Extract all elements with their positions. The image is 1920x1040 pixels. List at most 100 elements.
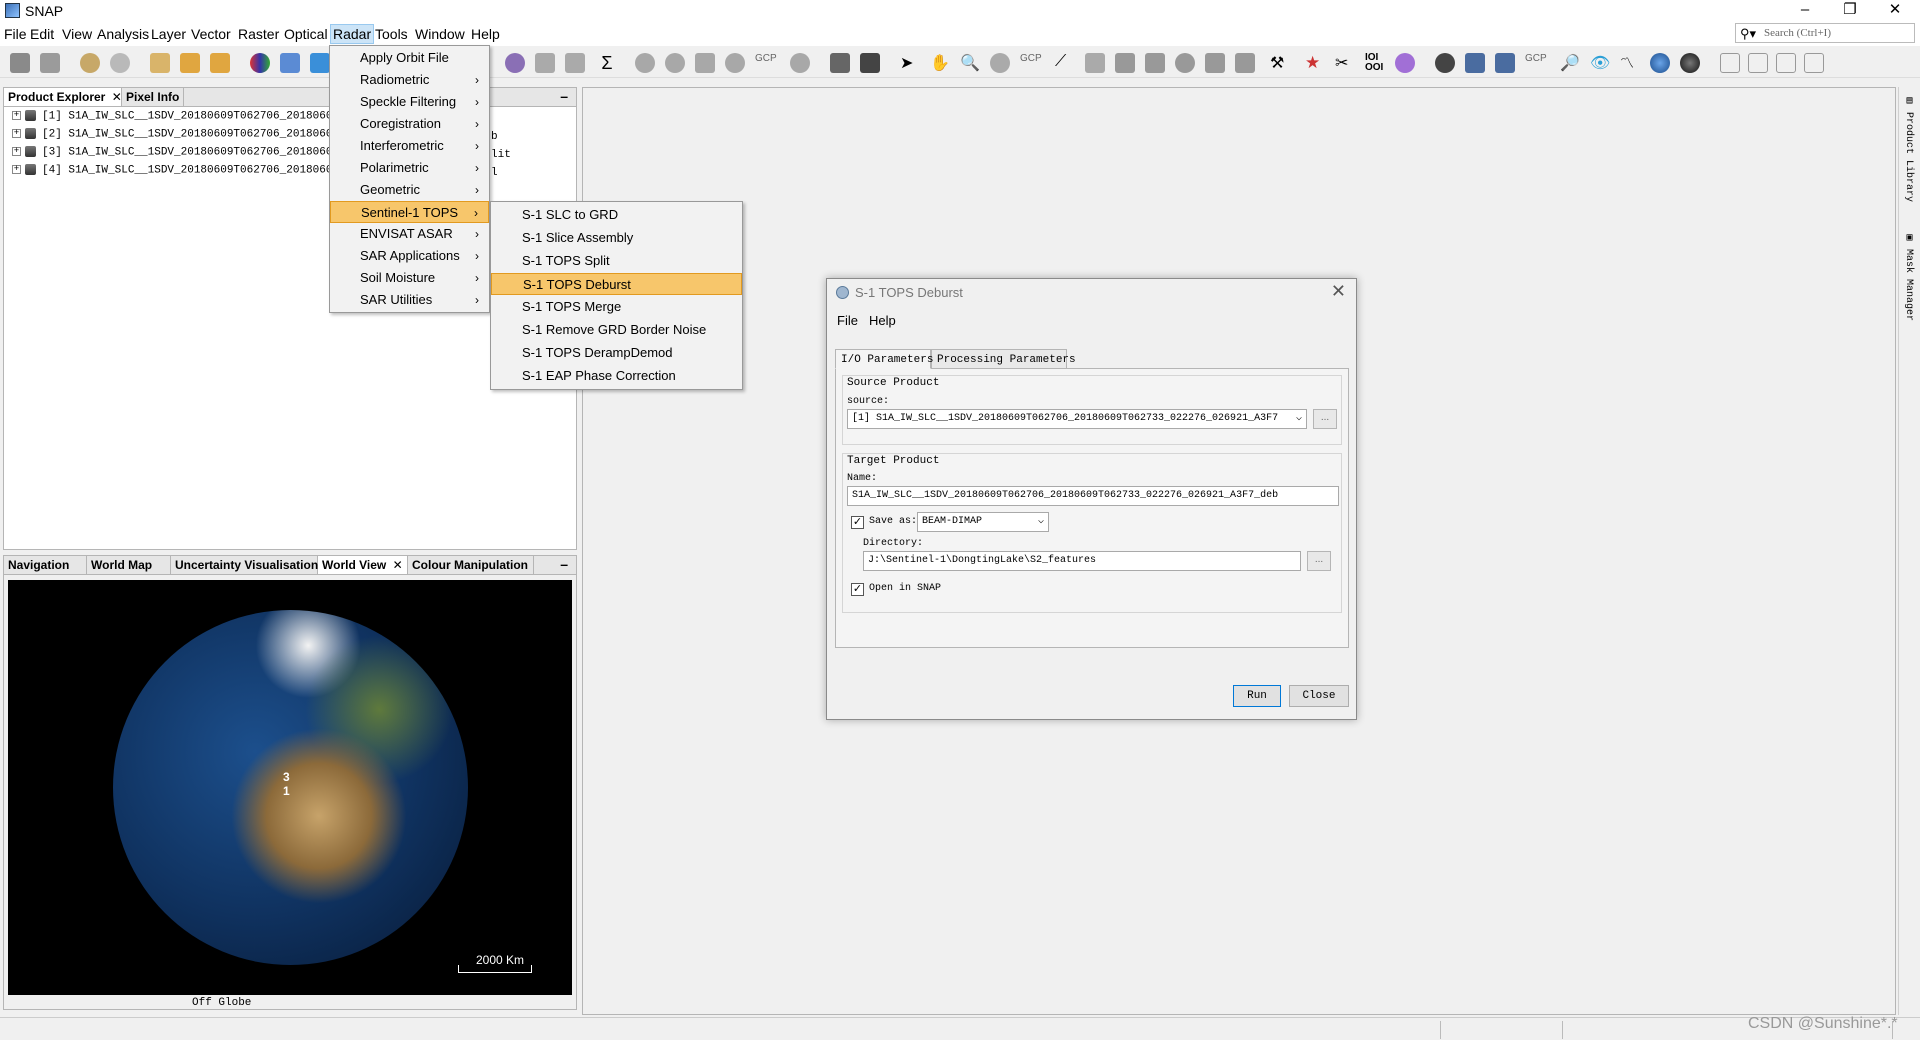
menu-help[interactable]: Help	[471, 26, 500, 42]
eye-icon[interactable]: 👁	[1590, 53, 1610, 73]
line-draw-icon[interactable]	[1235, 53, 1255, 73]
mask-icon[interactable]	[725, 53, 745, 73]
minimize-panel-button[interactable]: –	[560, 556, 568, 572]
export-icon[interactable]	[180, 53, 200, 73]
expand-icon[interactable]: +	[12, 129, 21, 138]
open-product-icon[interactable]	[10, 53, 30, 73]
graph-icon[interactable]	[830, 53, 850, 73]
search-input[interactable]: ⚲▾ Search (Ctrl+I)	[1735, 23, 1915, 43]
star-icon[interactable]: ★	[1305, 53, 1325, 73]
menu-item-sar-utilities[interactable]: SAR Utilities ›	[330, 289, 489, 311]
product-row-3[interactable]: + [3] S1A_IW_SLC__1SDV_20180609T062706_20…	[12, 146, 352, 163]
polygon-icon[interactable]	[310, 53, 330, 73]
menu-item-sentinel-1-tops[interactable]: Sentinel-1 TOPS ›	[330, 201, 489, 223]
histogram-icon[interactable]	[535, 53, 555, 73]
layout-horizontal-icon[interactable]	[1748, 53, 1768, 73]
menu-item-s1-remove-grd-border-noise[interactable]: S-1 Remove GRD Border Noise	[491, 319, 742, 341]
wrench-icon[interactable]: ⚒	[1270, 53, 1290, 73]
pan-icon[interactable]: ✋	[930, 53, 950, 73]
ellipse-draw-icon[interactable]	[1175, 53, 1195, 73]
close-button[interactable]: Close	[1289, 685, 1349, 707]
minimize-panel-button[interactable]: –	[560, 88, 568, 104]
close-window-button[interactable]: ✕	[1875, 0, 1915, 22]
product-library-tab[interactable]: ▤ Product Library	[1903, 95, 1914, 202]
tab-uncertainty-visualisation[interactable]: Uncertainty Visualisation	[171, 556, 318, 574]
menu-item-soil-moisture[interactable]: Soil Moisture ›	[330, 267, 489, 289]
world-map-icon[interactable]	[1650, 53, 1670, 73]
save-format-select[interactable]: BEAM-DIMAP ⌵	[917, 512, 1049, 532]
zoom-icon[interactable]: 🔍	[960, 53, 980, 73]
redo-icon[interactable]	[110, 53, 130, 73]
menu-item-sar-applications[interactable]: SAR Applications ›	[330, 245, 489, 267]
close-icon[interactable]: ✕	[393, 558, 403, 572]
restore-window-button[interactable]: ❐	[1830, 0, 1870, 22]
menu-item-s1-tops-split[interactable]: S-1 TOPS Split	[491, 250, 742, 272]
menu-window[interactable]: Window	[415, 26, 465, 42]
tab-processing-parameters[interactable]: Processing Parameters	[931, 349, 1076, 369]
mask-icon[interactable]	[790, 53, 810, 73]
expand-icon[interactable]: +	[12, 165, 21, 174]
pin-icon[interactable]	[280, 53, 300, 73]
menu-item-geometric[interactable]: Geometric ›	[330, 179, 489, 201]
menu-item-polarimetric[interactable]: Polarimetric ›	[330, 157, 489, 179]
menu-item-s1-tops-derampdemod[interactable]: S-1 TOPS DerampDemod	[491, 342, 742, 364]
expand-icon[interactable]: +	[12, 147, 21, 156]
spectrum-icon[interactable]: 〽	[1620, 53, 1640, 73]
menu-layer[interactable]: Layer	[151, 26, 186, 42]
world-view-canvas[interactable]: 31 2000 Km	[8, 580, 572, 995]
tab-world-map[interactable]: World Map	[87, 556, 171, 574]
tab-product-explorer[interactable]: Product Explorer ✕	[4, 88, 122, 106]
menu-item-interferometric[interactable]: Interferometric ›	[330, 135, 489, 157]
menu-item-s1-slice-assembly[interactable]: S-1 Slice Assembly	[491, 227, 742, 249]
menu-raster[interactable]: Raster	[238, 26, 279, 42]
menu-tools[interactable]: Tools	[375, 26, 408, 42]
grid-icon[interactable]	[695, 53, 715, 73]
scissors-icon[interactable]: ✂	[1335, 53, 1355, 73]
menu-item-s1-tops-merge[interactable]: S-1 TOPS Merge	[491, 296, 742, 318]
statistics-icon[interactable]: Σ	[597, 53, 617, 73]
product-row-2[interactable]: + [2] S1A_IW_SLC__1SDV_20180609T062706_20…	[12, 128, 352, 145]
mask-icon[interactable]	[665, 53, 685, 73]
graph-builder-icon[interactable]	[505, 53, 525, 73]
minimize-window-button[interactable]: –	[1785, 0, 1825, 22]
directory-browse-button[interactable]: ...	[1307, 551, 1331, 571]
dialog-menu-help[interactable]: Help	[869, 313, 896, 328]
tab-io-parameters[interactable]: I/O Parameters	[835, 349, 933, 369]
source-product-select[interactable]: [1] S1A_IW_SLC__1SDV_20180609T062706_201…	[847, 409, 1307, 429]
menu-view[interactable]: View	[62, 26, 92, 42]
tab-pixel-info[interactable]: Pixel Info	[122, 88, 184, 106]
dialog-close-icon[interactable]: ✕	[1331, 281, 1346, 302]
rgb-image-icon[interactable]	[250, 53, 270, 73]
band-maths-icon[interactable]	[210, 53, 230, 73]
open-in-snap-checkbox[interactable]: ✓	[851, 583, 864, 596]
close-icon[interactable]: ✕	[112, 90, 122, 104]
menu-radar[interactable]: Radar	[330, 24, 375, 44]
stack-icon[interactable]	[1465, 53, 1485, 73]
import-icon[interactable]	[150, 53, 170, 73]
expand-icon[interactable]: +	[12, 111, 21, 120]
3d-globe-icon[interactable]	[1680, 53, 1700, 73]
scatter-plot-icon[interactable]	[565, 53, 585, 73]
menu-item-radiometric[interactable]: Radiometric ›	[330, 69, 489, 91]
rectangle-draw-icon[interactable]	[1115, 53, 1135, 73]
run-button[interactable]: Run	[1233, 685, 1281, 707]
layer-icon[interactable]	[1435, 53, 1455, 73]
menu-item-s1-eap-phase-correction[interactable]: S-1 EAP Phase Correction	[491, 365, 742, 387]
stack-alt-icon[interactable]	[1495, 53, 1515, 73]
pin-place-icon[interactable]	[1145, 53, 1165, 73]
search-pixel-icon[interactable]: 🔎	[1560, 53, 1580, 73]
dialog-menu-file[interactable]: File	[837, 313, 858, 328]
menu-edit[interactable]: Edit	[30, 26, 54, 42]
measure-icon[interactable]: ⟋	[1055, 53, 1075, 73]
save-as-checkbox[interactable]: ✓	[851, 516, 864, 529]
directory-input[interactable]: J:\Sentinel-1\DongtingLake\S2_features	[863, 551, 1301, 571]
menu-item-speckle-filtering[interactable]: Speckle Filtering ›	[330, 91, 489, 113]
earth-globe[interactable]	[113, 610, 468, 965]
layout-tile-icon[interactable]	[1720, 53, 1740, 73]
layout-single-icon[interactable]	[1804, 53, 1824, 73]
gcp-manager-icon[interactable]: GCP	[1525, 53, 1547, 73]
save-product-icon[interactable]	[40, 53, 60, 73]
menu-vector[interactable]: Vector	[191, 26, 231, 42]
zoom-tool-icon[interactable]	[990, 53, 1010, 73]
batch-icon[interactable]	[860, 53, 880, 73]
